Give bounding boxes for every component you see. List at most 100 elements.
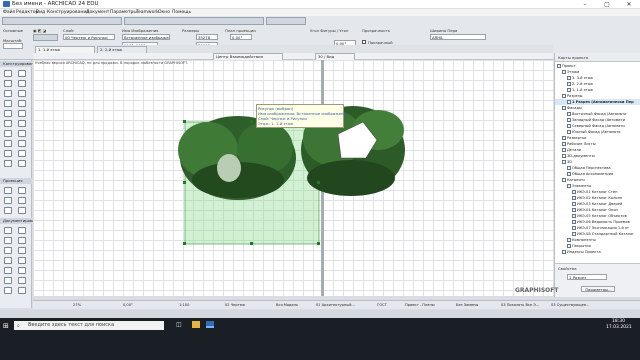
shell-tool-icon[interactable] [18,90,26,97]
menu-window[interactable]: Окно [158,9,170,16]
menu-document[interactable]: Документ [86,9,109,16]
scale-value[interactable]: 1:100 [179,302,189,309]
section-design[interactable]: Конструирование [0,61,39,67]
change-tool-icon[interactable] [18,287,26,294]
tree-item-label: Компоненты [572,238,596,242]
object-tool-icon[interactable] [4,130,12,137]
pen-weight-select[interactable]: ARHIL [430,34,486,40]
taskbar-search-input[interactable]: Введите здесь текст для поиска [14,321,164,330]
dormer-tool-icon[interactable] [18,160,26,167]
image-name-field[interactable]: Встроенное изображение [122,34,170,40]
pen-field[interactable] [3,43,23,49]
tab-3d-view[interactable]: 30 / Вид [315,53,355,60]
tree-item-label: Восточный Фасад (Автомати [572,112,627,116]
railing-tool-icon[interactable] [4,110,12,117]
door-tool-icon[interactable] [18,110,26,117]
navigator-panel: Карты проекта Проект Этажи 3. 3-й этаж 2. 2… [554,53,640,297]
lamp-tool-icon[interactable] [18,130,26,137]
renovation-filter[interactable]: 03 Показать Все Э... [501,302,539,309]
floor-plan-canvas[interactable]: Учебная версия ARCHICAD, не для продажи.… [33,60,554,296]
section-viewpoint[interactable]: Проекция [0,178,32,184]
tab-floor-2[interactable]: 2. 2-й этаж [97,46,147,53]
3d-document-icon[interactable] [18,207,26,214]
detail-tool-icon[interactable] [4,207,12,214]
menu-help[interactable]: Помощь [172,9,191,16]
zone-tool-icon[interactable] [4,140,12,147]
text-tool-icon[interactable] [4,237,12,244]
section-tool-icon[interactable] [4,187,12,194]
minimize-button[interactable]: – [574,0,596,9]
dimension-tool-icon[interactable] [4,227,12,234]
override-combo[interactable]: Без Замены [456,302,478,309]
tab-interaction-center[interactable]: Центр Взаимодействия [213,53,283,60]
level-dimension-icon[interactable] [18,227,26,234]
menu-edit[interactable]: Редактор [16,9,38,16]
interior-elevation-icon[interactable] [4,197,12,204]
roof-tool-icon[interactable] [4,90,12,97]
spline-tool-icon[interactable] [4,277,12,284]
task-view-icon[interactable]: ◫ [176,321,182,328]
tree-item-label: Южный Фасад (Автомати [572,130,621,134]
file-explorer-icon[interactable] [192,321,200,328]
geometry-toolbar[interactable] [33,34,58,41]
fill-tool-icon[interactable] [4,247,12,254]
corner-window-icon[interactable] [4,160,12,167]
stair-tool-icon[interactable] [18,100,26,107]
elevation-tool-icon[interactable] [18,187,26,194]
line-tool-icon[interactable] [18,247,26,254]
tab-floor-1[interactable]: 1. 1-й этаж [35,46,95,53]
drawing-tool-icon[interactable] [4,267,12,274]
menu-file[interactable]: Файл [3,9,15,16]
trees-drawing[interactable] [33,60,554,296]
menu-teamwork[interactable]: Teamwork [136,9,159,16]
wall-tool-icon[interactable] [4,70,12,77]
tree-item-label: Детали [567,148,581,152]
label-tool-icon[interactable] [18,237,26,244]
width-field[interactable]: 35278 [196,34,218,40]
slab-tool-icon[interactable] [18,80,26,87]
close-button[interactable]: ✕ [618,0,640,9]
arc-tool-icon[interactable] [4,257,12,264]
archicad-taskbar-icon[interactable] [206,321,214,328]
menu-view[interactable]: Вид [36,9,45,16]
model-view[interactable]: Вся Модель [276,302,298,309]
pen-set[interactable]: Проект - Плены [405,302,435,309]
transparency-checkbox[interactable] [362,40,366,44]
layer-combo[interactable]: 02 Чертеж [225,302,245,309]
maximize-button[interactable]: ▢ [596,0,618,9]
menu-options[interactable]: Параметры [110,9,137,16]
section-documentation[interactable]: Документирование [0,218,42,224]
renovation-status[interactable]: 03 Существующее... [551,302,590,309]
layer-select[interactable]: 00 Чертеж и Рисунки [63,34,115,40]
dimension-standard[interactable]: ГОСТ [377,302,387,309]
plan-projection-field[interactable]: 0,00° [230,34,252,40]
view-status-bar: 27% 0,00° 1:100 02 Чертеж Вся Модель 01 … [33,287,640,309]
opening-tool-icon[interactable] [18,150,26,157]
start-icon[interactable]: ⊞ [3,322,9,330]
tree-item-icon [567,112,571,116]
skylight-tool-icon[interactable] [18,120,26,127]
grid-tool-icon[interactable] [4,287,12,294]
tree-item-label: Этажи [567,70,580,74]
clock-date: 17.03.2021 [606,325,632,330]
beam-tool-icon[interactable] [4,80,12,87]
worksheet-tool-icon[interactable] [18,197,26,204]
menu-design[interactable]: Конструирование [47,9,89,16]
morph-tool-icon[interactable] [4,150,12,157]
tree-item-label: Проект [562,64,576,68]
tree-item[interactable]: Индексы Проекта [555,249,601,255]
mesh-tool-icon[interactable] [18,140,26,147]
properties-field[interactable]: 1 Разрез [567,274,607,280]
params-button[interactable]: Параметры... [581,286,615,292]
hotspot-tool-icon[interactable] [18,277,26,284]
angle-value[interactable]: 0,00° [123,302,133,309]
window-tool-icon[interactable] [4,120,12,127]
polyline-tool-icon[interactable] [18,257,26,264]
view-combo[interactable]: 01 Архитектурный... [316,302,355,309]
column-tool-icon[interactable] [18,70,26,77]
tree-item-label: Покрытия [572,244,591,248]
zoom-value[interactable]: 27% [73,302,81,309]
tree-item-icon [567,238,571,242]
figure-tool-icon[interactable] [18,267,26,274]
curtain-wall-icon[interactable] [4,100,12,107]
